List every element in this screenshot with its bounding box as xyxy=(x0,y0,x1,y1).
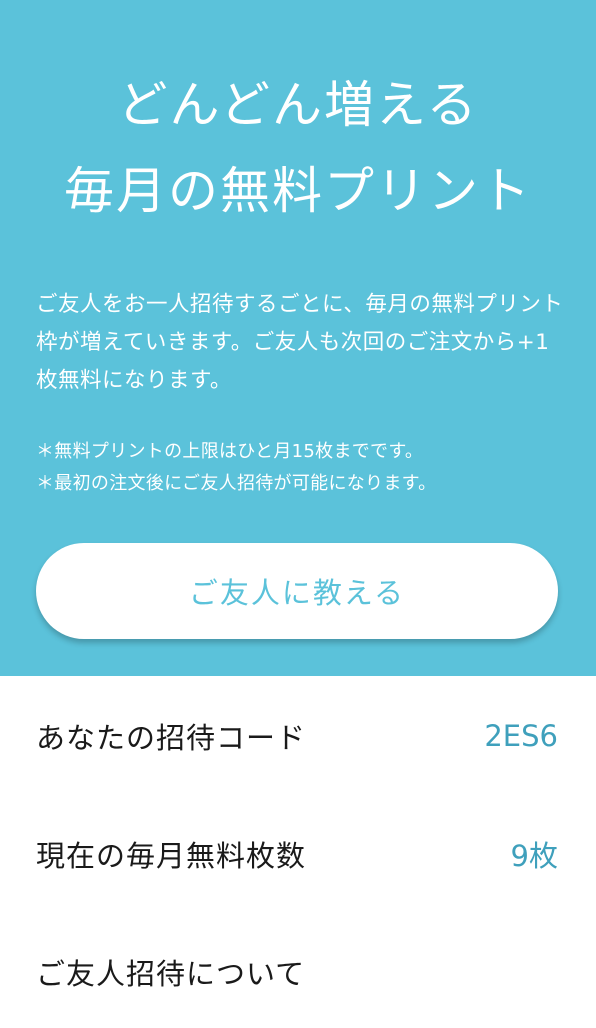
hero-banner: どんどん増える 毎月の無料プリント ご友人をお一人招待するごとに、毎月の無料プリ… xyxy=(0,0,596,676)
about-invite-row[interactable]: ご友人招待について xyxy=(0,916,596,1028)
free-count-row: 現在の毎月無料枚数 9枚 xyxy=(0,798,596,910)
invite-code-value: 2ES6 xyxy=(484,719,558,753)
invite-code-label: あなたの招待コード xyxy=(36,721,307,755)
hero-description: ご友人をお一人招待するごとに、毎月の無料プリント枠が増えていきます。ご友人も次回… xyxy=(36,292,564,393)
invite-code-row[interactable]: あなたの招待コード 2ES6 xyxy=(0,680,596,792)
about-invite-label: ご友人招待について xyxy=(36,957,306,991)
invite-info-list: あなたの招待コード 2ES6 現在の毎月無料枚数 9枚 ご友人招待について xyxy=(0,676,596,1024)
note-invite-availability: ＊最初の注文後にご友人招待が可能になります。 xyxy=(36,473,437,494)
hero-title: どんどん増える 毎月の無料プリント xyxy=(0,62,596,234)
free-count-label: 現在の毎月無料枚数 xyxy=(36,839,307,873)
hero-title-line2: 毎月の無料プリント xyxy=(64,162,532,220)
hero-notes: ＊無料プリントの上限はひと月15枚までです。 ＊最初の注文後にご友人招待が可能に… xyxy=(36,436,576,500)
free-count-value: 9枚 xyxy=(510,839,558,873)
invite-friends-button[interactable]: ご友人に教える xyxy=(36,543,558,639)
note-free-print-limit: ＊無料プリントの上限はひと月15枚までです。 xyxy=(36,441,424,462)
hero-title-line1: どんどん増える xyxy=(117,76,479,134)
